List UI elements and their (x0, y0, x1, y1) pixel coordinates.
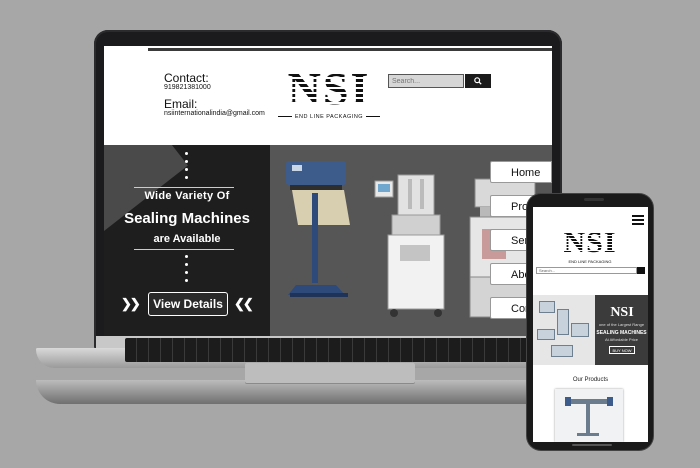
laptop-screen: Contact: 919821381000 Email: nsiinternat… (104, 46, 552, 336)
email-label: Email: (164, 97, 198, 111)
site-header: Contact: 919821381000 Email: nsiinternat… (104, 46, 552, 145)
foot-sealer-image (565, 397, 613, 436)
banner-machine-image (557, 309, 569, 335)
contact-phone[interactable]: 919821381000 (164, 84, 211, 91)
mobile-logo[interactable]: NSI (555, 227, 625, 259)
phone-status-bar (533, 207, 648, 212)
logo-tagline: END LINE PACKAGING (274, 114, 384, 120)
search-icon (474, 77, 482, 85)
phone-home-indicator (572, 444, 612, 446)
banner-title: SEALING MACHINES (596, 330, 647, 336)
nsi-logo[interactable]: NSI END LINE PACKAGING (274, 64, 384, 122)
dot-divider-bottom (185, 255, 188, 287)
banner-logo: NSI (610, 305, 634, 320)
console-machine (374, 174, 445, 317)
section-title: Our Products (572, 377, 609, 383)
banner-price-line: At Affordable Price (604, 337, 639, 342)
mobile-search-input[interactable]: Search... (536, 267, 637, 274)
search-input[interactable] (388, 74, 464, 88)
buy-now-button[interactable]: BUY NOW (609, 346, 635, 354)
header-divider (148, 48, 552, 51)
phone-speaker (584, 198, 604, 201)
banner-machine-image (551, 345, 573, 357)
chevrons-left-icon: ❮❮ (234, 296, 254, 311)
logo-letters: NSI (274, 64, 384, 114)
banner-line-1: Wide Variety Of (144, 190, 230, 202)
contact-label: Contact: (164, 71, 209, 85)
laptop-keyboard (125, 338, 530, 362)
foot-sealer-machine (286, 161, 350, 297)
banner-line-3: are Available (153, 233, 221, 245)
menu-icon[interactable] (632, 215, 644, 227)
laptop-trackpad (245, 363, 415, 383)
banner-headline: Sealing Machines (124, 210, 250, 227)
phone-screen: NSI END LINE PACKAGING Search... NSI one… (533, 207, 648, 442)
banner-machine-image (539, 301, 555, 313)
banner-machine-image (537, 329, 555, 340)
banner-rule-top (134, 187, 234, 188)
promo-banner: Wide Variety Of Sealing Machines are Ava… (104, 145, 270, 336)
banner-rule-bottom (134, 249, 234, 250)
mobile-logo-tagline: END LINE PACKAGING (568, 259, 612, 264)
product-card[interactable] (555, 389, 623, 442)
mobile-search-button[interactable] (637, 267, 645, 274)
email-address[interactable]: nsiinternationalindia@gmail.com (164, 110, 265, 117)
nav-home[interactable]: Home (490, 161, 552, 183)
banner-machine-image (571, 323, 589, 337)
chevrons-right-icon: ❯❯ (121, 296, 141, 311)
mobile-promo-banner: NSI one of the Largest Range SEALING MAC… (533, 295, 648, 365)
banner-subtitle: one of the Largest Range (598, 322, 645, 327)
search-button[interactable] (465, 74, 491, 88)
dot-divider-top (185, 152, 188, 184)
view-details-button[interactable]: View Details (148, 292, 228, 316)
